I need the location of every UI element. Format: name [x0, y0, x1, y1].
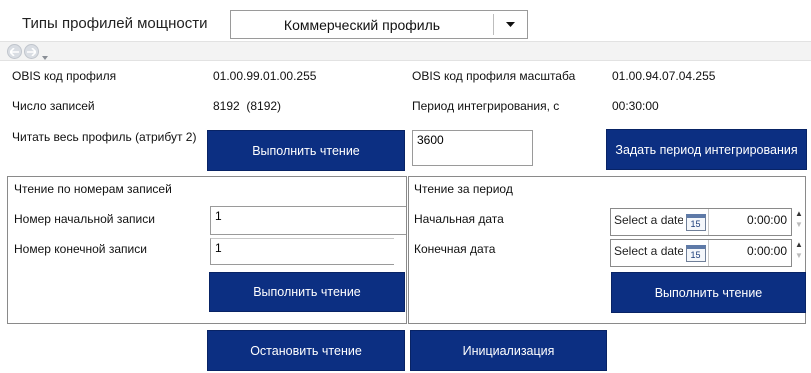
profile-type-dropdown[interactable]: Коммерческий профиль [230, 10, 528, 39]
obis-label: OBIS код профиля [12, 69, 117, 83]
read-all-button[interactable]: Выполнить чтение [207, 130, 405, 171]
start-record-label: Номер начальной записи [14, 212, 155, 226]
start-date-picker[interactable]: Select a date 15 0:00:00 [610, 208, 792, 236]
read-by-records-title: Чтение по номерам записей [14, 182, 172, 196]
obis-scale-label: OBIS код профиля масштаба [412, 69, 576, 83]
profile-type-dropdown-value: Коммерческий профиль [283, 16, 441, 33]
initialization-button[interactable]: Инициализация [410, 330, 607, 371]
end-record-input[interactable]: 1 [210, 238, 394, 265]
calendar-icon[interactable]: 15 [683, 209, 709, 235]
start-date-input[interactable]: Select a date [611, 209, 683, 235]
records-count-label: Число записей [12, 99, 95, 113]
read-all-label: Читать весь профиль (атрибут 2) [12, 130, 197, 144]
read-by-period-title: Чтение за период [414, 182, 513, 196]
back-arrow-icon[interactable] [7, 44, 22, 59]
obis-value: 01.00.99.01.00.255 [213, 69, 317, 83]
end-time-input[interactable]: 0:00:00 [709, 240, 791, 266]
stop-reading-button[interactable]: Остановить чтение [207, 330, 405, 371]
end-record-label: Номер конечной записи [14, 242, 147, 256]
start-time-spinner[interactable]: ▲ ▼ [792, 208, 806, 230]
spin-up-icon[interactable]: ▲ [792, 208, 806, 219]
set-period-button[interactable]: Задать период интегрирования [606, 129, 807, 170]
obis-scale-value: 01.00.94.07.04.255 [612, 69, 716, 83]
start-date-label: Начальная дата [414, 212, 504, 226]
forward-arrow-icon[interactable] [24, 44, 39, 59]
start-record-input[interactable]: 1 [210, 206, 406, 235]
integration-period-label: Период интегрирования, с [412, 99, 560, 113]
read-by-records-button[interactable]: Выполнить чтение [209, 272, 405, 312]
end-date-picker[interactable]: Select a date 15 0:00:00 [610, 239, 792, 267]
chevron-down-icon[interactable] [494, 11, 527, 38]
integration-period-value: 00:30:00 [612, 99, 659, 113]
spin-up-icon[interactable]: ▲ [792, 239, 806, 250]
nav-bar [0, 41, 811, 61]
calendar-icon[interactable]: 15 [683, 240, 709, 266]
profile-types-label: Типы профилей мощности [22, 15, 208, 32]
calendar-day: 15 [685, 213, 706, 231]
end-time-spinner[interactable]: ▲ ▼ [792, 239, 806, 261]
records-count-value: 8192 (8192) [213, 99, 282, 113]
start-time-input[interactable]: 0:00:00 [709, 209, 791, 235]
nav-history-chevron-icon[interactable] [42, 49, 48, 63]
spin-down-icon[interactable]: ▼ [792, 250, 806, 261]
read-by-period-button[interactable]: Выполнить чтение [611, 272, 806, 313]
calendar-day: 15 [685, 244, 706, 262]
spin-down-icon[interactable]: ▼ [792, 219, 806, 230]
period-input[interactable]: 3600 [412, 130, 533, 166]
end-date-label: Конечная дата [414, 242, 496, 256]
end-date-input[interactable]: Select a date [611, 240, 683, 266]
